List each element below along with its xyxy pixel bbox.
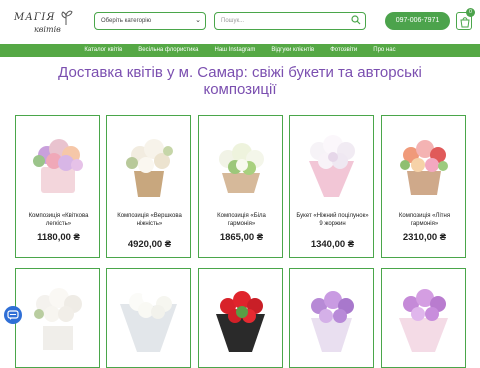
- product-image[interactable]: [293, 274, 370, 352]
- nav-photo-reports[interactable]: Фотозвіти: [322, 44, 365, 57]
- product-image[interactable]: [385, 121, 462, 199]
- product-image[interactable]: [202, 121, 279, 199]
- product-card[interactable]: [106, 268, 191, 368]
- flower-logo-icon: [61, 10, 73, 25]
- nav-reviews[interactable]: Відгуки клієнтів: [263, 44, 322, 57]
- search-placeholder: Пошук...: [221, 18, 245, 24]
- product-image[interactable]: [19, 274, 96, 352]
- product-price: 1865,00 ₴: [219, 232, 264, 243]
- search-icon[interactable]: [351, 15, 361, 25]
- search-input[interactable]: Пошук...: [214, 12, 366, 30]
- product-name[interactable]: Букет «Ніжний поцілунок» 9 жоржин: [294, 212, 371, 228]
- chat-button[interactable]: [4, 306, 22, 324]
- product-card[interactable]: Композиція «Вершкова ніжність» 4920,00 ₴: [106, 115, 191, 258]
- product-image[interactable]: [110, 274, 187, 352]
- product-price: 2310,00 ₴: [402, 232, 447, 243]
- nav-catalog[interactable]: Каталог квітів: [76, 44, 130, 57]
- chat-icon: [7, 310, 19, 320]
- nav-about[interactable]: Про нас: [365, 44, 403, 57]
- product-price: 4920,00 ₴: [127, 239, 172, 250]
- cart-button[interactable]: 0: [456, 8, 475, 30]
- product-name[interactable]: Композиція «Літня гармонія»: [386, 212, 463, 228]
- category-select[interactable]: Оберіть категорію ⌄: [94, 12, 206, 30]
- product-price: 1180,00 ₴: [37, 232, 80, 243]
- product-card[interactable]: [15, 268, 100, 368]
- product-card[interactable]: Композиція «Квіткова легкість» 1180,00 ₴: [15, 115, 100, 258]
- product-card[interactable]: Композиція «Літня гармонія» 2310,00 ₴: [381, 115, 466, 258]
- product-card[interactable]: Композиція «Біла гармонія» 1865,00 ₴: [198, 115, 283, 258]
- nav-wedding[interactable]: Весільна флористика: [130, 44, 206, 57]
- header: МАГІЯ квітів Оберіть категорію ⌄ Пошук..…: [0, 0, 480, 44]
- category-select-value: Оберіть категорію: [101, 18, 152, 24]
- product-name[interactable]: Композиція «Біла гармонія»: [203, 212, 280, 228]
- site-logo[interactable]: МАГІЯ квітів: [14, 8, 76, 38]
- product-card[interactable]: [289, 268, 374, 368]
- product-price: 1340,00 ₴: [310, 239, 355, 250]
- page-title: Доставка квітів у м. Самар: свіжі букети…: [58, 64, 422, 98]
- product-card[interactable]: [198, 268, 283, 368]
- product-image[interactable]: [202, 274, 279, 352]
- product-name[interactable]: Композиція «Вершкова ніжність»: [111, 212, 188, 228]
- product-name[interactable]: Композиція «Квіткова легкість»: [20, 212, 97, 228]
- logo-subtext: квітів: [34, 25, 61, 34]
- cart-icon: [460, 17, 470, 28]
- product-image[interactable]: [385, 274, 462, 352]
- nav-instagram[interactable]: Наш Instagram: [207, 44, 264, 57]
- product-image[interactable]: [110, 121, 187, 199]
- chevron-down-icon: ⌄: [195, 17, 201, 24]
- phone-button[interactable]: 097-006-7971: [385, 12, 450, 30]
- product-card[interactable]: Букет «Ніжний поцілунок» 9 жоржин 1340,0…: [289, 115, 374, 258]
- main-nav: Каталог квітів Весільна флористика Наш I…: [0, 44, 480, 57]
- logo-text: МАГІЯ: [14, 12, 56, 23]
- product-image[interactable]: [19, 121, 96, 199]
- product-image[interactable]: [293, 121, 370, 199]
- product-card[interactable]: [381, 268, 466, 368]
- cart-count-badge: 0: [466, 8, 475, 17]
